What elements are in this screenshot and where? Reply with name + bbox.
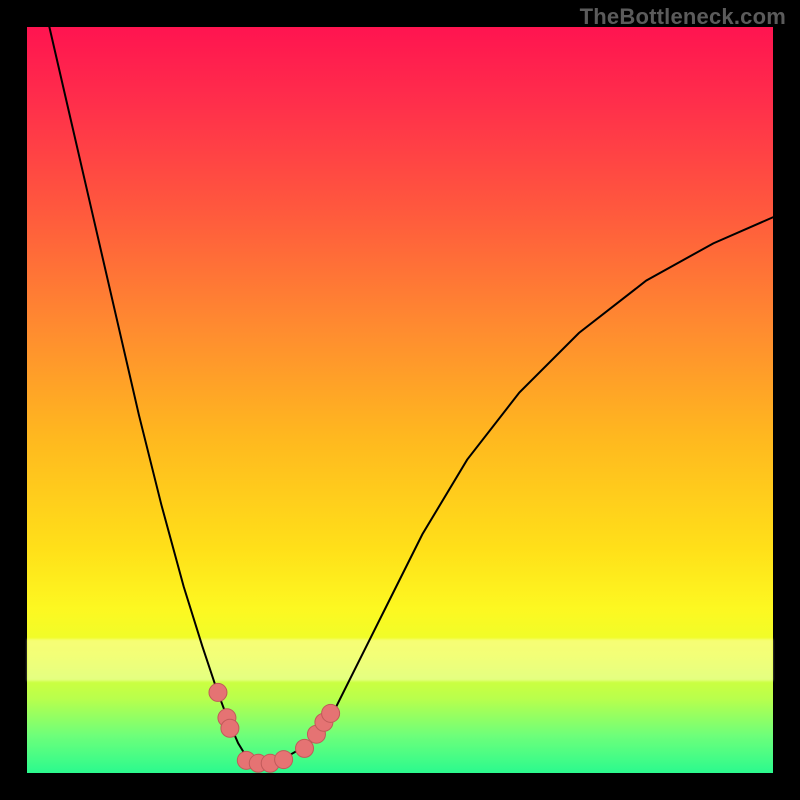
data-marker — [275, 751, 293, 769]
curve-markers — [209, 683, 340, 772]
data-marker — [221, 719, 239, 737]
chart-canvas — [27, 27, 773, 773]
data-marker — [209, 683, 227, 701]
data-marker — [322, 704, 340, 722]
plot-area — [27, 27, 773, 773]
curve-line — [49, 27, 773, 762]
data-marker — [296, 739, 314, 757]
chart-frame: TheBottleneck.com — [0, 0, 800, 800]
